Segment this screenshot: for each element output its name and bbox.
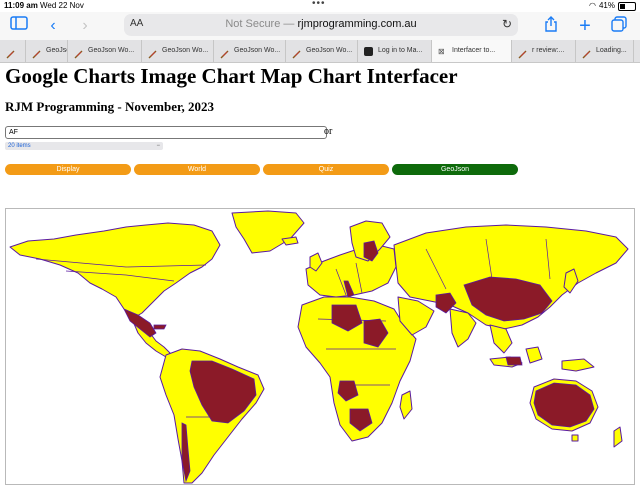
url-display[interactable]: Not Secure — rjmprogramming.com.au (124, 18, 518, 30)
feather-icon (518, 47, 527, 59)
status-time: 11:09 am (4, 1, 38, 10)
address-bar[interactable]: AA Not Secure — rjmprogramming.com.au ↻ (124, 14, 518, 36)
feather-icon (148, 47, 157, 59)
tab-7[interactable]: ⊠ Interfacer to... (432, 40, 512, 62)
tab-8[interactable]: r review:... (512, 40, 576, 62)
items-select[interactable]: 20 items − (5, 142, 163, 150)
tab-5[interactable]: GeoJson Wo... (286, 40, 358, 62)
multitasking-dots-icon[interactable]: ••• (312, 0, 326, 10)
close-icon[interactable]: ⊠ (438, 47, 447, 56)
geojson-button[interactable]: GeoJson (392, 164, 518, 175)
feather-icon (292, 47, 301, 59)
reload-icon[interactable]: ↻ (502, 17, 512, 31)
tab-label: Log in to Ma... (378, 47, 423, 54)
battery-percent: 41% (598, 1, 615, 10)
iceland-landmass (281, 236, 299, 246)
cuba-highlight (153, 324, 167, 330)
new-guinea-landmass (561, 358, 595, 372)
greenland-landmass (231, 210, 305, 254)
country-code-input[interactable] (5, 126, 327, 139)
tab-label: r review:... (532, 47, 565, 54)
madagascar-landmass (399, 390, 413, 420)
sidebar-icon[interactable] (8, 16, 30, 36)
tab-strip: GeoJson GeoJson Wo... GeoJson Wo... GeoJson… (0, 40, 640, 63)
tab-1[interactable]: GeoJson (26, 40, 68, 62)
tab-2[interactable]: GeoJson Wo... (68, 40, 142, 62)
display-button[interactable]: Display (5, 164, 131, 175)
back-icon[interactable]: ‹ (42, 16, 64, 36)
square-logo-icon (364, 47, 373, 56)
chevron-down-icon: − (156, 143, 160, 149)
southeast-asia-landmass (489, 324, 513, 354)
tab-label: GeoJson Wo... (306, 47, 353, 54)
page-title: Google Charts Image Chart Map Chart Inte… (5, 64, 458, 88)
or-label: or (324, 126, 333, 137)
feather-icon (32, 47, 41, 59)
items-select-value: 20 items (8, 143, 31, 149)
tasmania-landmass (571, 434, 579, 442)
url-host: rjmprogramming.com.au (297, 18, 417, 30)
tab-label: GeoJson Wo... (88, 47, 135, 54)
forward-icon[interactable]: › (74, 16, 96, 36)
new-zealand-landmass (613, 426, 623, 448)
tab-3[interactable]: GeoJson Wo... (142, 40, 214, 62)
tab-9[interactable]: Loading... (576, 40, 634, 62)
feather-icon (6, 47, 15, 59)
tab-label: GeoJson Wo... (234, 47, 281, 54)
world-map-svg (9, 210, 629, 484)
tab-0[interactable] (0, 40, 26, 62)
status-bar: 11:09 am Wed 22 Nov ••• ◠ 41% (0, 0, 640, 12)
world-map-chart[interactable] (5, 208, 635, 485)
tab-label: GeoJson (46, 47, 67, 54)
feather-icon (582, 47, 591, 59)
share-icon[interactable] (540, 16, 562, 36)
new-tab-icon[interactable]: + (574, 16, 596, 36)
tab-label: GeoJson Wo... (162, 47, 209, 54)
tab-label: Interfacer to... (452, 47, 496, 54)
tab-6[interactable]: Log in to Ma... (358, 40, 432, 62)
wifi-icon: ◠ (589, 1, 596, 10)
tabs-overview-icon[interactable] (608, 16, 630, 36)
indonesia-highlight (505, 356, 523, 366)
feather-icon (220, 47, 229, 59)
not-secure-label: Not Secure — (225, 18, 295, 30)
quiz-button[interactable]: Quiz (263, 164, 389, 175)
tab-label: Loading... (596, 47, 627, 54)
page-subtitle: RJM Programming - November, 2023 (5, 99, 215, 114)
battery-icon (618, 1, 636, 11)
tab-4[interactable]: GeoJson Wo... (214, 40, 286, 62)
north-america-landmass (9, 222, 221, 320)
status-date: Wed 22 Nov (40, 1, 84, 10)
borneo-landmass (525, 346, 543, 364)
feather-icon (74, 47, 83, 59)
world-button[interactable]: World (134, 164, 260, 175)
status-right: ◠ 41% (589, 0, 636, 12)
